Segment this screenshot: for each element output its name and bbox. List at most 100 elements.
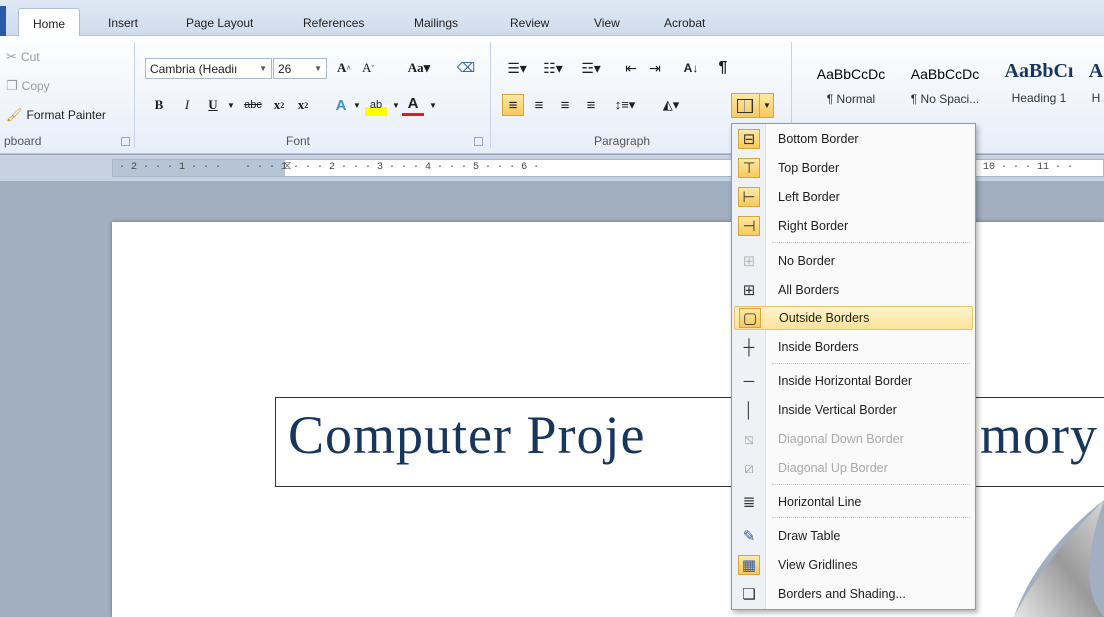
- menu-item-borders-and-shading[interactable]: ❏ Borders and Shading...: [734, 582, 973, 606]
- align-center-icon[interactable]: ≡: [528, 94, 550, 116]
- menu-item-label: Top Border: [778, 161, 840, 175]
- font-group-label: Font: [286, 134, 311, 148]
- decrease-indent-icon[interactable]: ⇤: [620, 57, 642, 79]
- tab-review[interactable]: Review: [510, 12, 549, 36]
- font-name-combo[interactable]: Cambria (Headiı ▼: [145, 58, 272, 79]
- grow-font-icon[interactable]: A ^: [333, 57, 355, 79]
- chevron-down-icon: ▼: [314, 64, 322, 73]
- menu-item-label: Bottom Border: [778, 132, 859, 146]
- copy-label: Copy: [21, 79, 50, 93]
- align-right-icon[interactable]: ≡: [554, 94, 576, 116]
- font-size-combo[interactable]: 26 ▼: [273, 58, 327, 79]
- menu-item-inside-vertical-border[interactable]: │ Inside Vertical Border: [734, 398, 973, 422]
- clipboard-dialog-launcher[interactable]: [121, 137, 130, 146]
- menu-item-label: Outside Borders: [779, 311, 870, 325]
- outside-borders-icon: ▢: [739, 308, 761, 328]
- menu-separator: [772, 242, 970, 243]
- cut-button[interactable]: ✂ Cut: [6, 50, 40, 65]
- copy-button[interactable]: ❐ Copy: [6, 79, 50, 94]
- menu-item-top-border[interactable]: ⊤ Top Border: [734, 156, 973, 180]
- numbering-icon[interactable]: ☷▾: [538, 57, 568, 79]
- shrink-font-icon[interactable]: Aˇ: [357, 57, 379, 79]
- tab-label: View: [594, 16, 620, 30]
- menu-item-left-border[interactable]: ⊢ Left Border: [734, 185, 973, 209]
- tab-mailings[interactable]: Mailings: [414, 12, 458, 36]
- menu-item-right-border[interactable]: ⊣ Right Border: [734, 214, 973, 238]
- page-curl-decoration: [1014, 500, 1104, 617]
- style-preview: AaBbCı: [1004, 60, 1074, 82]
- menu-item-draw-table[interactable]: ✎ Draw Table: [734, 524, 973, 548]
- menu-item-no-border[interactable]: ⊞ No Border: [734, 249, 973, 273]
- chevron-down-icon[interactable]: ▼: [422, 94, 444, 116]
- strikethrough-icon[interactable]: abc: [240, 94, 266, 116]
- menu-item-inside-borders[interactable]: ┼ Inside Borders: [734, 335, 973, 359]
- menu-item-all-borders[interactable]: ⊞ All Borders: [734, 278, 973, 302]
- style-heading-1[interactable]: AaBbCı Heading 1: [996, 56, 1082, 126]
- multilevel-list-icon[interactable]: ☲▾: [574, 57, 608, 79]
- divider: [759, 94, 760, 117]
- tab-references[interactable]: References: [303, 12, 364, 36]
- tab-page-layout[interactable]: Page Layout: [186, 12, 253, 36]
- increase-indent-icon[interactable]: ⇥: [644, 57, 666, 79]
- highlight-color-icon[interactable]: ab: [365, 94, 387, 116]
- style-heading-2[interactable]: A H: [1088, 56, 1104, 126]
- indent-marker-icon[interactable]: ⧖: [283, 158, 291, 173]
- shading-icon[interactable]: ◭▾: [656, 94, 686, 116]
- menu-item-label: Inside Borders: [778, 340, 859, 354]
- italic-icon[interactable]: I: [176, 94, 198, 116]
- menu-item-label: Inside Vertical Border: [778, 403, 897, 417]
- menu-item-diagonal-down-border[interactable]: ⧅ Diagonal Down Border: [734, 427, 973, 451]
- tab-acrobat[interactable]: Acrobat: [664, 12, 705, 36]
- document-title-left: Computer Proje: [288, 405, 646, 465]
- format-painter-label: Format Painter: [26, 108, 106, 122]
- font-color-icon[interactable]: A: [402, 94, 424, 116]
- subscript-icon[interactable]: x2: [268, 94, 290, 116]
- inside-vertical-border-icon: │: [744, 401, 754, 419]
- borders-menu: ⊟ Bottom Border ⊤ Top Border ⊢ Left Bord…: [731, 123, 976, 610]
- menu-item-horizontal-line[interactable]: ≣ Horizontal Line: [734, 490, 973, 514]
- style-no-spacing[interactable]: AaBbCcDc ¶ No Spaci...: [900, 56, 990, 126]
- right-border-icon: ⊣: [738, 216, 760, 236]
- show-hide-pilcrow-icon[interactable]: ¶: [712, 57, 734, 79]
- chevron-down-icon[interactable]: ▼: [220, 94, 242, 116]
- menu-item-inside-horizontal-border[interactable]: ─ Inside Horizontal Border: [734, 369, 973, 393]
- tab-home[interactable]: Home: [18, 8, 81, 37]
- superscript-icon[interactable]: x2: [292, 94, 314, 116]
- menu-separator: [772, 363, 970, 364]
- ruler-ticks: 10 · · · 11 · ·: [983, 162, 1074, 173]
- tab-label: Review: [510, 16, 550, 30]
- clipboard-group-label: pboard: [4, 134, 42, 148]
- line-spacing-icon[interactable]: ↕≡▾: [610, 94, 640, 116]
- view-gridlines-icon: ▦: [738, 555, 760, 575]
- bold-icon[interactable]: B: [148, 94, 170, 116]
- cut-label: Cut: [20, 50, 40, 64]
- tab-label: Acrobat: [664, 16, 706, 30]
- group-separator: [490, 42, 491, 148]
- sort-icon[interactable]: A↓: [680, 57, 702, 79]
- group-separator: [134, 42, 135, 148]
- clear-formatting-icon[interactable]: ⌫: [455, 57, 477, 79]
- bullets-icon[interactable]: ☰▾: [502, 57, 532, 79]
- menu-item-bottom-border[interactable]: ⊟ Bottom Border: [734, 127, 973, 151]
- font-dialog-launcher[interactable]: [474, 137, 483, 146]
- menu-item-view-gridlines[interactable]: ▦ View Gridlines: [734, 553, 973, 577]
- menu-item-diagonal-up-border[interactable]: ⧄ Diagonal Up Border: [734, 456, 973, 480]
- style-normal[interactable]: AaBbCcDc ¶ Normal: [806, 56, 896, 126]
- change-case-icon[interactable]: Aa▾: [404, 57, 434, 79]
- format-painter-button[interactable]: 🖌 Format Painter: [6, 108, 106, 123]
- borders-dropdown-button[interactable]: ▼: [731, 93, 774, 118]
- menu-item-label: Borders and Shading...: [778, 587, 906, 601]
- tab-insert[interactable]: Insert: [108, 12, 138, 36]
- menu-item-outside-borders[interactable]: ▢ Outside Borders: [734, 306, 973, 330]
- top-border-icon: ⊤: [738, 158, 760, 178]
- diagonal-down-border-icon: ⧅: [744, 430, 754, 448]
- align-left-icon[interactable]: ≡: [502, 94, 524, 116]
- no-border-icon: ⊞: [742, 253, 756, 270]
- style-name: ¶ No Spaci...: [910, 92, 980, 106]
- horizontal-line-icon: ≣: [742, 494, 756, 511]
- file-tab-edge[interactable]: [0, 6, 6, 36]
- tab-label: Insert: [108, 16, 139, 30]
- inside-borders-icon: ┼: [743, 338, 755, 356]
- justify-icon[interactable]: ≡: [580, 94, 602, 116]
- tab-view[interactable]: View: [594, 12, 620, 36]
